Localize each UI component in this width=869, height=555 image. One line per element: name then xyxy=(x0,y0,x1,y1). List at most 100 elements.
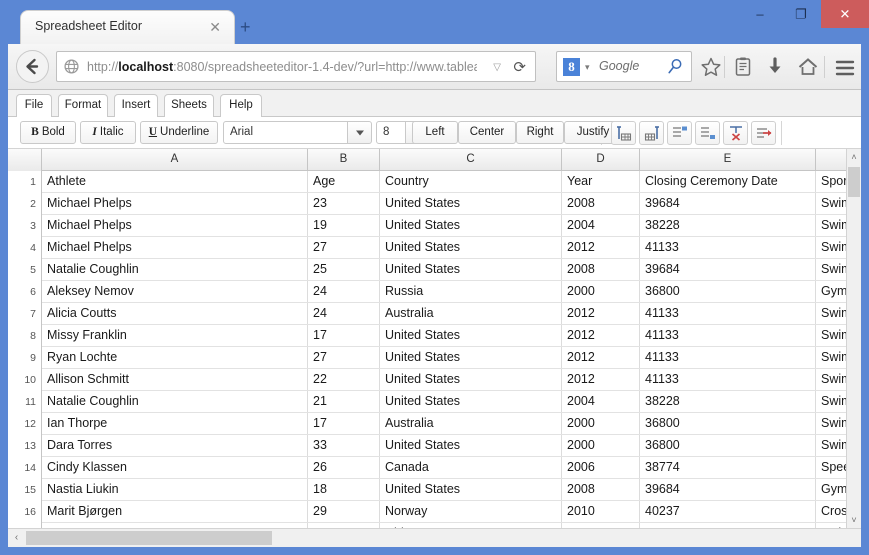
cell[interactable]: 39684 xyxy=(640,479,816,500)
cell[interactable]: 2012 xyxy=(562,237,640,258)
star-icon[interactable] xyxy=(700,56,722,78)
row-header[interactable]: 2 xyxy=(8,193,36,215)
cell[interactable]: United States xyxy=(380,435,562,456)
font-family-dropdown-icon[interactable] xyxy=(348,121,372,144)
cell[interactable]: United States xyxy=(380,325,562,346)
cell[interactable]: Sport xyxy=(816,171,847,192)
cell[interactable]: 24 xyxy=(308,281,380,302)
cell[interactable]: Natalie Coughlin xyxy=(42,391,308,412)
row-header[interactable]: 4 xyxy=(8,237,36,259)
cell[interactable]: 2012 xyxy=(562,325,640,346)
reader-icon[interactable] xyxy=(732,56,754,78)
cell[interactable]: Swimming xyxy=(816,303,847,324)
cell[interactable]: Australia xyxy=(380,303,562,324)
url-bar[interactable]: http://localhost:8080/spreadsheeteditor-… xyxy=(56,51,536,82)
cell[interactable]: Closing Ceremony Date xyxy=(640,171,816,192)
row-header[interactable]: 3 xyxy=(8,215,36,237)
select-all-corner[interactable] xyxy=(8,149,42,171)
cell[interactable]: 36800 xyxy=(640,281,816,302)
cell[interactable]: 36800 xyxy=(640,435,816,456)
column-header-d[interactable]: D xyxy=(562,149,640,171)
cell[interactable]: Missy Franklin xyxy=(42,325,308,346)
insert-column-right-button[interactable] xyxy=(639,121,664,145)
row-header[interactable]: 17 xyxy=(8,523,36,528)
cell[interactable]: 41133 xyxy=(640,347,816,368)
search-input[interactable]: Google xyxy=(599,59,639,73)
cell[interactable]: 2004 xyxy=(562,391,640,412)
cell[interactable]: Swimming xyxy=(816,369,847,390)
horizontal-scrollbar[interactable]: ‹ xyxy=(8,528,861,547)
cell[interactable]: United States xyxy=(380,391,562,412)
search-icon[interactable] xyxy=(667,58,683,75)
cell[interactable]: Swimming xyxy=(816,237,847,258)
cell[interactable]: 2006 xyxy=(562,457,640,478)
cell[interactable]: Michael Phelps xyxy=(42,237,308,258)
browser-tab[interactable]: Spreadsheet Editor ✕ xyxy=(20,10,235,44)
scroll-up-button[interactable]: ˄ xyxy=(847,149,861,165)
cell[interactable]: 22 xyxy=(308,369,380,390)
delete-column-button[interactable] xyxy=(723,121,748,145)
font-family-select[interactable]: Arial xyxy=(223,121,348,144)
cell[interactable]: 27 xyxy=(308,237,380,258)
row-header[interactable]: 9 xyxy=(8,347,36,369)
cell[interactable]: Country xyxy=(380,171,562,192)
cell[interactable]: 25 xyxy=(308,259,380,280)
cell[interactable]: 41133 xyxy=(640,303,816,324)
cell[interactable]: Alicia Coutts xyxy=(42,303,308,324)
cell[interactable]: United States xyxy=(380,215,562,236)
home-icon[interactable] xyxy=(797,56,819,78)
align-center-button[interactable]: Center xyxy=(458,121,516,144)
menu-tab-file[interactable]: File xyxy=(16,94,52,117)
cell[interactable]: Australia xyxy=(380,413,562,434)
cell[interactable]: Ian Thorpe xyxy=(42,413,308,434)
close-button[interactable]: ✕ xyxy=(821,0,869,28)
tab-close-icon[interactable]: ✕ xyxy=(209,20,221,34)
column-header-partial[interactable] xyxy=(816,149,847,171)
cell[interactable]: 2008 xyxy=(562,479,640,500)
cell[interactable]: 2012 xyxy=(562,369,640,390)
insert-row-below-button[interactable] xyxy=(695,121,720,145)
column-header-b[interactable]: B xyxy=(308,149,380,171)
cell[interactable]: Cross Country Skiing xyxy=(816,501,847,522)
bold-button[interactable]: B Bold xyxy=(20,121,76,144)
underline-button[interactable]: U Underline xyxy=(140,121,218,144)
cell[interactable]: Swimming xyxy=(816,193,847,214)
cell[interactable]: Natalie Coughlin xyxy=(42,259,308,280)
search-box[interactable]: 8 ▾ Google xyxy=(556,51,692,82)
cell[interactable]: Year xyxy=(562,171,640,192)
align-right-button[interactable]: Right xyxy=(516,121,564,144)
cell[interactable]: 41133 xyxy=(640,325,816,346)
row-header[interactable]: 12 xyxy=(8,413,36,435)
cell[interactable]: 38774 xyxy=(640,457,816,478)
cell[interactable]: 26 xyxy=(308,457,380,478)
cell[interactable]: Swimming xyxy=(816,215,847,236)
cell[interactable]: United States xyxy=(380,193,562,214)
column-header-a[interactable]: A xyxy=(42,149,308,171)
cell[interactable]: Canada xyxy=(380,457,562,478)
cell[interactable]: 21 xyxy=(308,391,380,412)
cell[interactable]: 2000 xyxy=(562,413,640,434)
cell[interactable]: Michael Phelps xyxy=(42,215,308,236)
new-tab-button[interactable]: + xyxy=(240,18,251,36)
row-header[interactable]: 7 xyxy=(8,303,36,325)
cell[interactable]: 41133 xyxy=(640,369,816,390)
cell[interactable]: 2008 xyxy=(562,193,640,214)
row-header[interactable]: 10 xyxy=(8,369,36,391)
row-header[interactable]: 15 xyxy=(8,479,36,501)
cell[interactable]: 41133 xyxy=(640,237,816,258)
italic-button[interactable]: I Italic xyxy=(80,121,136,144)
cell[interactable]: 17 xyxy=(308,325,380,346)
cell[interactable]: 23 xyxy=(308,193,380,214)
cell[interactable]: Marit Bjørgen xyxy=(42,501,308,522)
cell[interactable]: 24 xyxy=(308,303,380,324)
row-header[interactable]: 16 xyxy=(8,501,36,523)
cell[interactable]: Swimming xyxy=(816,259,847,280)
cell[interactable]: Dara Torres xyxy=(42,435,308,456)
cell[interactable]: United States xyxy=(380,259,562,280)
cell[interactable]: Swimming xyxy=(816,435,847,456)
row-header[interactable]: 1 xyxy=(8,171,36,193)
cell[interactable]: United States xyxy=(380,237,562,258)
cell[interactable]: 27 xyxy=(308,347,380,368)
cell[interactable]: 36800 xyxy=(640,413,816,434)
font-size-select[interactable]: 8 xyxy=(376,121,406,144)
